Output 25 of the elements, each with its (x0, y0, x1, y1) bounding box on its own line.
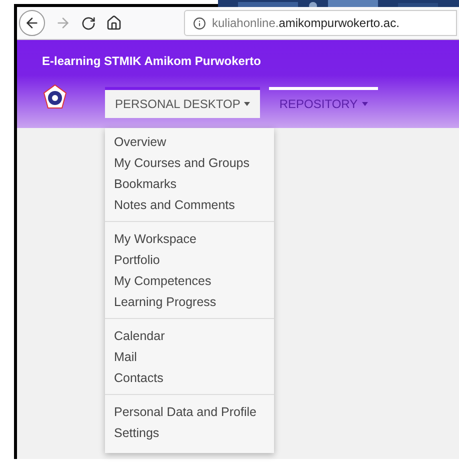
menu-item[interactable]: Portfolio (114, 250, 160, 271)
url-subdomain: kuliahonline. (212, 15, 279, 32)
menu-item[interactable]: Personal Data and Profile (114, 402, 256, 423)
menu-item[interactable]: Calendar (114, 326, 165, 347)
info-icon (193, 16, 206, 30)
caret-icon (244, 102, 250, 106)
menu-item[interactable]: My Workspace (114, 229, 196, 250)
caret-icon (362, 102, 368, 106)
nav-tab[interactable]: PERSONAL DESKTOP (105, 87, 260, 118)
menu-item[interactable]: Notes and Comments (114, 195, 235, 216)
logo-icon (43, 84, 67, 110)
address-bar[interactable]: kuliahonline.amikompurwokerto.ac. (184, 10, 457, 36)
home-icon[interactable] (106, 15, 122, 31)
menu-item[interactable]: My Competences (114, 271, 212, 292)
menu-item[interactable]: Mail (114, 347, 137, 368)
menu-item[interactable]: Learning Progress (114, 292, 216, 313)
url-domain: amikompurwokerto.ac. (278, 15, 400, 32)
menu-item[interactable]: Overview (114, 132, 166, 153)
back-button[interactable] (19, 10, 45, 36)
menu-item[interactable]: My Courses and Groups (114, 153, 250, 174)
reload-icon[interactable] (81, 16, 96, 30)
site-title: E-learning STMIK Amikom Purwokerto (42, 53, 262, 70)
menu-item[interactable]: Contacts (114, 368, 164, 389)
menu-item[interactable]: Bookmarks (114, 174, 177, 195)
menu-item[interactable]: Settings (114, 423, 160, 444)
